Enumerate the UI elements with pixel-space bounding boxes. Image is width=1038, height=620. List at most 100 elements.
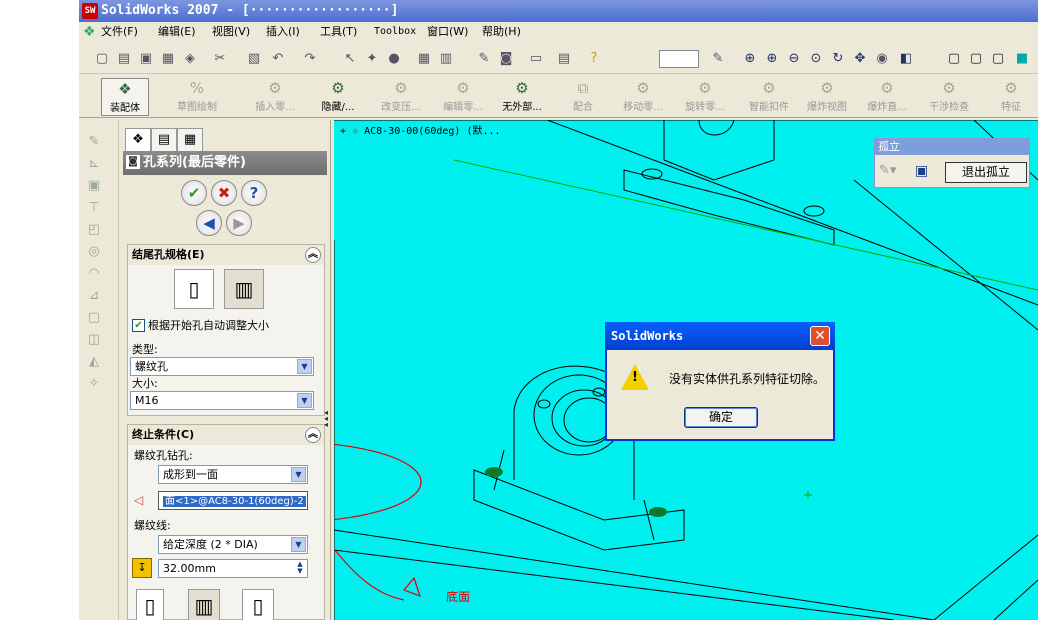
cmd-edit-component[interactable]: ⚙ 编辑零... [433, 78, 493, 116]
zoom-fit-icon[interactable]: ⊕ [741, 50, 759, 68]
strip-shell-icon[interactable]: ▢ [85, 310, 103, 326]
toolbar-field[interactable] [659, 50, 699, 68]
strip-cut-icon[interactable]: ◰ [85, 222, 103, 238]
strip-pattern-icon[interactable]: ◭ [85, 354, 103, 370]
select-other-icon[interactable]: ✦ [363, 50, 381, 68]
chevron-down-icon[interactable]: ▼ [291, 537, 306, 552]
zoom-area-icon[interactable]: ⊕ [763, 50, 781, 68]
properties-icon[interactable]: ▤ [555, 50, 573, 68]
thread-end-condition-select[interactable]: 给定深度 (2 * DIA) ▼ [158, 535, 308, 554]
print-preview-icon[interactable]: ▧ [245, 50, 263, 68]
dialog-ok-button[interactable]: 确定 [684, 407, 758, 428]
help-button[interactable]: ? [241, 180, 267, 206]
end-condition-header[interactable]: 终止条件(C) ︽ [128, 425, 324, 445]
select-icon[interactable]: ↖ [341, 50, 359, 68]
config-tab-icon[interactable]: ▦ [177, 128, 203, 152]
depth-input[interactable]: 32.00mm ▲ ▼ [158, 559, 308, 578]
strip-fillet-icon[interactable]: ◠ [85, 266, 103, 282]
end-hole-spec-header[interactable]: 结尾孔规格(E) ︽ [128, 245, 324, 265]
chevron-down-icon[interactable]: ▼ [297, 359, 312, 374]
hidden-removed-icon[interactable]: ▢ [989, 50, 1007, 68]
strip-chamfer-icon[interactable]: ⊿ [85, 288, 103, 304]
back-button[interactable]: ◀ [196, 210, 222, 236]
strip-mirror-icon[interactable]: ◫ [85, 332, 103, 348]
feature-tree-tab-icon[interactable]: ❖ [125, 128, 151, 152]
menu-window[interactable]: 窗口(W) [427, 22, 468, 42]
cmd-rotate-component[interactable]: ⚙ 旋转零... [675, 78, 735, 116]
property-tab-icon[interactable]: ▤ [151, 128, 177, 152]
next-button[interactable]: ▶ [226, 210, 252, 236]
collapse-icon[interactable]: ︽ [305, 427, 321, 443]
cmd-interference[interactable]: ⚙ 干涉检查 [921, 78, 977, 116]
help-icon[interactable]: ? [585, 50, 603, 68]
close-icon[interactable]: ✕ [810, 326, 830, 346]
cmd-change-suppression[interactable]: ⚙ 改变压... [371, 78, 431, 116]
chevron-down-icon[interactable]: ▼ [291, 467, 306, 482]
straight-hole-button[interactable]: ▯ [174, 269, 214, 309]
undo-icon[interactable]: ↶ [269, 50, 287, 68]
cut-icon[interactable]: ✂ [211, 50, 229, 68]
cmd-move-component[interactable]: ⚙ 移动零... [613, 78, 673, 116]
cmd-sketch[interactable]: % 草图绘制 [167, 78, 227, 116]
expand-icon[interactable]: + [340, 126, 346, 137]
face-selection-box[interactable]: 面<1>@AC8-30-1(60deg)-2 [158, 491, 308, 510]
redo-icon[interactable]: ↷ [301, 50, 319, 68]
cmd-hide-show[interactable]: ⚙ 隐藏/... [309, 78, 367, 116]
save-icon[interactable]: ▣ [137, 50, 155, 68]
feature-tree-flyout[interactable]: + ❖ AC8-30-00(60deg) (默... [340, 122, 501, 137]
zoom-selection-icon[interactable]: ⊙ [807, 50, 825, 68]
save-icon[interactable]: ▣ [915, 163, 928, 179]
wireframe-icon[interactable]: ▢ [945, 50, 963, 68]
grid-icon[interactable]: ▦ [415, 50, 433, 68]
menu-tools[interactable]: 工具(T) [320, 22, 357, 42]
options-icon[interactable]: ▥ [437, 50, 455, 68]
cancel-button[interactable]: ✖ [211, 180, 237, 206]
display-style-icon[interactable]: ✎▾ [879, 163, 896, 178]
rebuild-icon[interactable]: ◈ [181, 50, 199, 68]
print-icon[interactable]: ▦ [159, 50, 177, 68]
cmd-features[interactable]: ⚙ 特征 [991, 78, 1031, 116]
spinner-icon[interactable]: ▲ ▼ [294, 561, 306, 576]
open-file-icon[interactable]: ▤ [115, 50, 133, 68]
menu-toolbox[interactable]: Toolbox [374, 22, 416, 42]
collapse-icon[interactable]: ︽ [305, 247, 321, 263]
panel-splitter-icon[interactable]: ◂ ◂ ◂ [324, 409, 330, 430]
screwdriver-icon[interactable]: ✎ [475, 50, 493, 68]
strip-revolve-icon[interactable]: ⊤ [85, 200, 103, 216]
thread-option-3-button[interactable]: ▯ [242, 589, 274, 620]
strip-dimension-icon[interactable]: ⊾ [85, 156, 103, 172]
tapped-hole-button[interactable]: ▥ [224, 269, 264, 309]
thread-option-2-button[interactable]: ▥ [188, 589, 220, 620]
strip-extrude-icon[interactable]: ▣ [85, 178, 103, 194]
thread-option-1-button[interactable]: ▯ [136, 589, 164, 620]
zoom-in-out-icon[interactable]: ⊖ [785, 50, 803, 68]
display-icon[interactable]: ◉ [873, 50, 891, 68]
menu-edit[interactable]: 编辑(E) [158, 22, 196, 42]
cmd-no-external[interactable]: ⚙ 无外部... [493, 78, 551, 116]
size-select[interactable]: M16 ▼ [130, 391, 314, 410]
cmd-exploded-view[interactable]: ⚙ 爆炸视图 [799, 78, 855, 116]
menu-view[interactable]: 视图(V) [212, 22, 250, 42]
strip-hole-icon[interactable]: ◎ [85, 244, 103, 260]
menu-file[interactable]: 文件(F) [101, 22, 138, 42]
pan-icon[interactable]: ✥ [851, 50, 869, 68]
cmd-assembly[interactable]: ❖ 装配体 [101, 78, 149, 116]
ok-button[interactable]: ✔ [181, 180, 207, 206]
camera-icon[interactable]: ◙ [497, 50, 515, 68]
menu-help[interactable]: 帮助(H) [482, 22, 521, 42]
cmd-mate[interactable]: ⧉ 配合 [561, 78, 605, 116]
hidden-lines-icon[interactable]: ▢ [967, 50, 985, 68]
cmd-smart-fasteners[interactable]: ⚙ 智能扣件 [739, 78, 799, 116]
cmd-explode-line[interactable]: ⚙ 爆炸直... [857, 78, 917, 116]
rotate-icon[interactable]: ↻ [829, 50, 847, 68]
view-orientation-icon[interactable]: ◧ [897, 50, 915, 68]
new-file-icon[interactable]: ▢ [93, 50, 111, 68]
menu-insert[interactable]: 插入(I) [266, 22, 300, 42]
exit-isolate-button[interactable]: 退出孤立 [945, 162, 1027, 183]
sketch-pen-icon[interactable]: ✎ [709, 50, 727, 68]
strip-sketch-icon[interactable]: ✎ [85, 134, 103, 150]
chevron-down-icon[interactable]: ▼ [297, 393, 312, 408]
cmd-insert-component[interactable]: ⚙ 插入零... [245, 78, 305, 116]
auto-size-checkbox[interactable]: ✔ [132, 319, 145, 332]
layout-icon[interactable]: ▭ [527, 50, 545, 68]
